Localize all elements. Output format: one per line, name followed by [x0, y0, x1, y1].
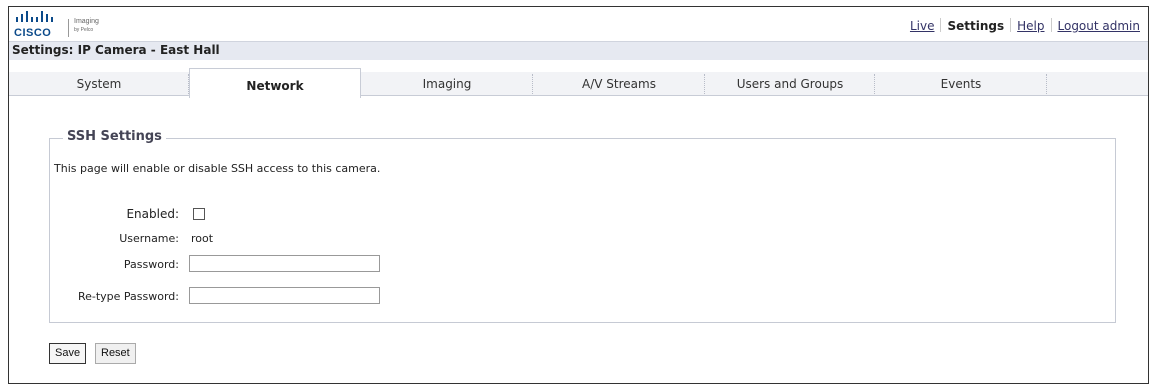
nav-logout-link[interactable]: Logout admin — [1058, 19, 1141, 33]
cisco-bars-icon — [16, 11, 53, 22]
tab-label: Network — [246, 79, 304, 93]
save-button[interactable]: Save — [49, 343, 87, 364]
tabs-filler — [1047, 72, 1148, 96]
top-navigation: Live Settings Help Logout admin — [910, 18, 1140, 33]
reset-button[interactable]: Reset — [95, 343, 136, 364]
retype-password-input[interactable] — [189, 287, 380, 304]
retype-password-label: Re-type Password: — [77, 290, 179, 303]
header: CISCO Imaging by Pelco Live Settings Help L… — [9, 7, 1148, 41]
imaging-by-pelco-logo: Imaging by Pelco — [74, 18, 99, 34]
nav-live-link[interactable]: Live — [910, 19, 935, 33]
nav-divider — [1010, 18, 1012, 32]
browser-frame: CISCO Imaging by Pelco Live Settings Help L… — [8, 6, 1149, 384]
tab-label: Users and Groups — [736, 77, 844, 91]
tab-av-streams[interactable]: A/V Streams — [533, 72, 705, 96]
username-label: Username: — [119, 232, 179, 245]
tab-users-and-groups[interactable]: Users and Groups — [705, 72, 875, 96]
tab-label: Events — [940, 77, 982, 91]
logo-divider — [68, 19, 69, 37]
fieldset-border — [51, 138, 63, 139]
tab-label: System — [76, 77, 122, 91]
nav-divider — [940, 18, 942, 32]
settings-tabs: System Network Imaging A/V Streams Users… — [9, 60, 1148, 100]
nav-divider — [1050, 18, 1052, 32]
tab-network[interactable]: Network — [189, 68, 361, 98]
tab-label: A/V Streams — [582, 77, 656, 91]
nav-help-link[interactable]: Help — [1017, 19, 1044, 33]
enabled-checkbox[interactable] — [193, 208, 205, 220]
page-title: Settings: IP Camera - East Hall — [12, 43, 220, 57]
tab-imaging[interactable]: Imaging — [361, 72, 533, 96]
pelco-text: by Pelco — [74, 27, 94, 33]
cisco-wordmark: CISCO — [14, 27, 52, 39]
username-value: root — [191, 232, 214, 245]
password-input[interactable] — [189, 255, 380, 272]
tab-label: Imaging — [422, 77, 472, 91]
enabled-label: Enabled: — [126, 207, 179, 221]
imaging-text: Imaging — [74, 18, 99, 25]
password-label: Password: — [123, 258, 179, 271]
ssh-description: This page will enable or disable SSH acc… — [54, 162, 381, 175]
ssh-settings-legend: SSH Settings — [63, 129, 166, 144]
page-title-bar: Settings: IP Camera - East Hall — [9, 41, 1148, 60]
nav-settings-link[interactable]: Settings — [947, 19, 1004, 33]
tab-events[interactable]: Events — [875, 72, 1047, 96]
tab-system[interactable]: System — [9, 72, 189, 96]
